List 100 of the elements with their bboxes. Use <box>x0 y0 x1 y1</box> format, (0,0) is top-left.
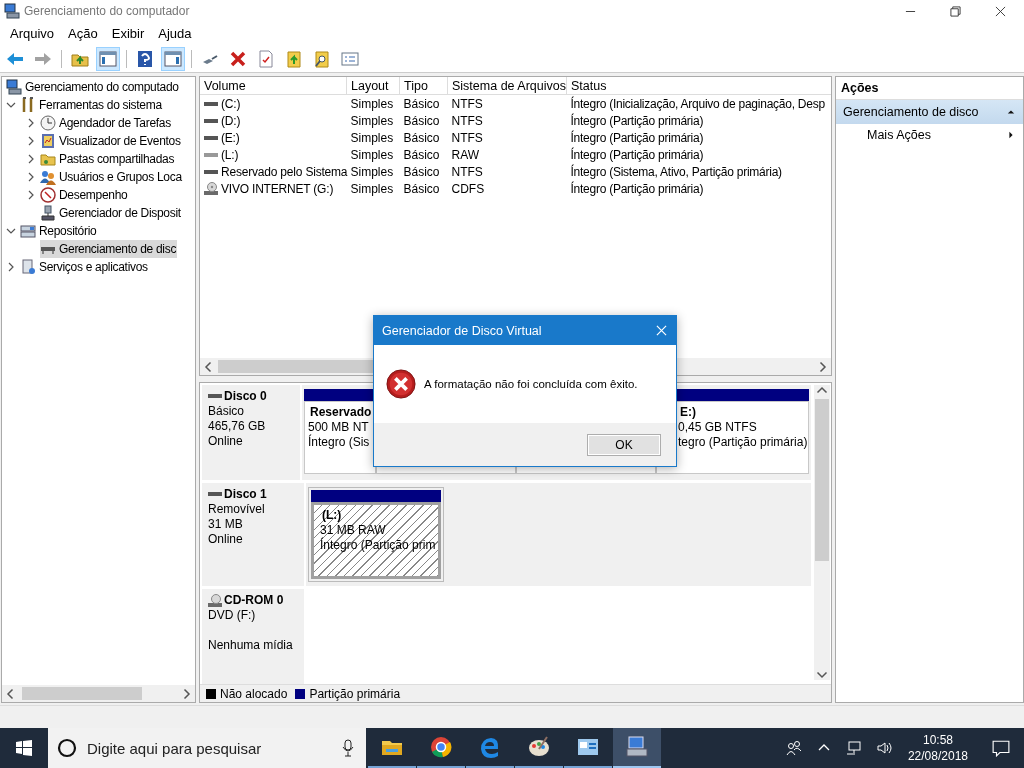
partition-size: 500 MB NT <box>308 420 370 434</box>
speaker-icon[interactable] <box>875 740 892 756</box>
ok-button[interactable]: OK <box>587 433 661 456</box>
error-icon <box>386 369 416 399</box>
tree-item[interactable]: Gerenciamento de disc <box>40 240 178 258</box>
expand-chevron-icon[interactable] <box>26 136 36 146</box>
table-cell-text: Íntegro (Sistema, Ativo, Partição primária) <box>569 163 783 180</box>
table-cell: (C:) <box>200 95 346 112</box>
menu-item[interactable]: Ação <box>62 24 104 43</box>
table-cell-text: Íntegro (Partição primária) <box>569 129 705 146</box>
partition-color-bar <box>304 389 376 401</box>
restore-icon[interactable] <box>950 5 961 17</box>
column-header[interactable]: Volume <box>200 77 347 95</box>
close-icon[interactable] <box>995 5 1006 17</box>
disk-info-panel[interactable]: CD-ROM 0 DVD (F:) Nenhuma mídia <box>202 589 304 684</box>
disc-drive-icon <box>208 593 222 608</box>
disk-status: Online <box>208 532 244 547</box>
start-icon[interactable] <box>16 740 32 756</box>
menu-item[interactable]: Ajuda <box>152 24 198 43</box>
collapse-triangle-icon[interactable] <box>1007 108 1015 116</box>
people-icon[interactable] <box>785 740 802 756</box>
tree-item[interactable]: Gerenciamento do computado <box>6 78 180 96</box>
clock-node-icon <box>40 115 56 131</box>
table-cell-text: Íntegro (Partição primária) <box>569 112 705 129</box>
expand-chevron-icon[interactable] <box>26 190 36 200</box>
disk-name: CD-ROM 0 <box>224 593 284 608</box>
disk-type: DVD (F:) <box>208 608 257 623</box>
column-header[interactable]: Sistema de Arquivos <box>447 77 567 95</box>
expand-chevron-icon[interactable] <box>26 118 36 128</box>
palette-icon <box>527 735 551 759</box>
share-node-icon <box>40 151 56 167</box>
storage-node-icon <box>20 223 36 239</box>
clock-date[interactable]: 22/08/2018 <box>907 748 968 764</box>
table-cell: Íntegro (Inicialização, Arquivo de paginação, Desp <box>566 94 831 112</box>
column-header[interactable]: Status <box>566 77 831 95</box>
table-cell-text: NTFS <box>450 163 484 180</box>
drive-icon <box>204 134 218 141</box>
menu-item[interactable]: Arquivo <box>4 24 61 43</box>
tree-item[interactable]: Gerenciador de Disposit <box>40 204 182 222</box>
disk-info-panel[interactable]: Disco 0 Básico 465,76 GB Online <box>202 385 300 480</box>
expand-chevron-icon[interactable] <box>26 172 36 182</box>
gauge-node-icon <box>40 187 56 203</box>
table-cell: (L:) <box>200 146 346 163</box>
legend-label: Partição primária <box>309 686 401 701</box>
tree-item[interactable]: Ferramentas do sistema <box>20 96 163 114</box>
network-icon[interactable] <box>845 740 862 756</box>
action-pane-icon[interactable] <box>161 46 185 71</box>
horizontal-scrollbar[interactable] <box>2 685 195 702</box>
vertical-scrollbar[interactable] <box>814 385 830 680</box>
partition-status: tegro (Partição primária) <box>678 435 808 450</box>
disk-type: Removível <box>208 502 266 517</box>
search-field[interactable]: Digite aqui para pesquisar <box>48 728 366 768</box>
partition-title: E:) <box>679 405 697 420</box>
partition-box[interactable]: Reservado 500 MB NT Íntegro (Sis <box>304 401 376 474</box>
disk-info-panel[interactable]: Disco 1 Removível 31 MB Online <box>202 483 304 586</box>
tree-item[interactable]: Agendador de Tarefas <box>40 114 172 132</box>
partition-size: 0,45 GB NTFS <box>678 420 758 435</box>
table-cell: (D:) <box>200 112 346 129</box>
expand-chevron-icon[interactable] <box>26 154 36 164</box>
table-cell: Simples <box>346 94 400 112</box>
action-item[interactable]: Mais Ações <box>836 124 1023 146</box>
menu-item[interactable]: Exibir <box>105 24 151 43</box>
expand-chevron-icon[interactable] <box>6 226 16 236</box>
circle-icon[interactable] <box>57 738 77 758</box>
drive-icon <box>204 117 218 124</box>
dialog-title: Gerenciador de Disco Virtual <box>382 323 542 338</box>
drive-icon <box>204 168 218 175</box>
tools-node-icon <box>20 97 36 113</box>
users-node-icon <box>40 169 56 185</box>
disk-name: Disco 1 <box>224 487 267 502</box>
disk-status: Online <box>208 434 244 449</box>
partition-title: (L:) <box>321 508 343 523</box>
console-tree-icon[interactable] <box>96 46 120 71</box>
tree-item[interactable]: Desempenho <box>40 186 129 204</box>
disk-type: Básico <box>208 404 246 419</box>
column-header[interactable]: Layout <box>346 77 400 95</box>
submenu-triangle-icon <box>1007 131 1015 139</box>
partition-size: 31 MB RAW <box>320 523 387 537</box>
column-header[interactable]: Tipo <box>399 77 448 95</box>
tree-item[interactable]: Visualizador de Eventos <box>40 132 182 150</box>
tree-item[interactable]: Pastas compartilhadas <box>40 150 176 168</box>
partition-box[interactable]: (L:) 31 MB RAW Íntegro (Partição prim <box>311 502 441 579</box>
table-cell-text: Simples <box>349 112 395 129</box>
table-cell-text: Simples <box>349 146 395 163</box>
table-cell: Básico <box>399 94 448 112</box>
clock-time[interactable]: 10:58 <box>922 732 953 748</box>
tree-item[interactable]: Serviços e aplicativos <box>20 258 149 276</box>
actions-section[interactable]: Gerenciamento de disco <box>836 100 1023 124</box>
window-title: Gerenciamento do computador <box>24 4 190 18</box>
microphone-icon[interactable] <box>342 739 354 757</box>
disk-status: Nenhuma mídia <box>208 638 294 653</box>
tree-item[interactable]: Repositório <box>20 222 98 240</box>
computer-node-icon <box>6 79 22 95</box>
expand-chevron-icon[interactable] <box>6 262 16 272</box>
tree-item[interactable]: Usuários e Grupos Loca <box>40 168 183 186</box>
notification-icon[interactable] <box>992 739 1010 757</box>
services-node-icon <box>20 259 36 275</box>
expand-chevron-icon[interactable] <box>6 100 16 110</box>
partition-status: Íntegro (Partição prim <box>320 538 437 553</box>
drive-icon <box>204 100 218 107</box>
